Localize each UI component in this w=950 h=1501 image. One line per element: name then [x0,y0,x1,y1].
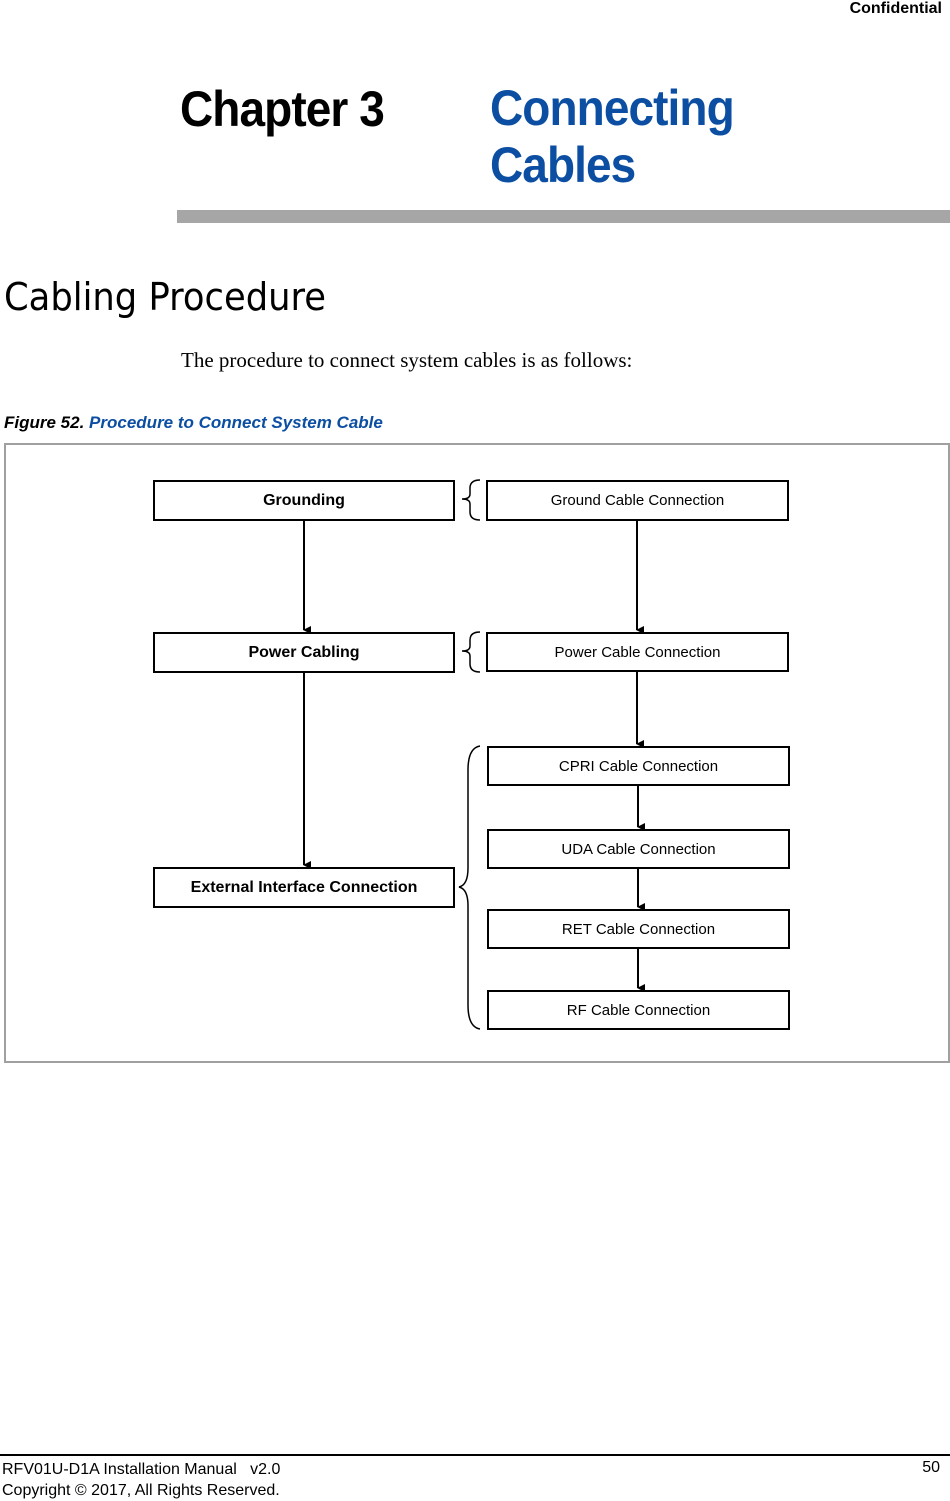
step-power-cable-connection: Power Cable Connection [486,632,789,672]
footer-doc-title: RFV01U-D1A Installation Manual v2.0 [2,1461,281,1478]
step-uda-cable-connection: UDA Cable Connection [487,829,790,869]
footer-copyright: Copyright © 2017, All Rights Reserved. [2,1482,280,1499]
step-cpri-cable-connection: CPRI Cable Connection [487,746,790,786]
page-number: 50 [922,1459,940,1476]
step-power-cabling: Power Cabling [153,632,455,673]
step-rf-cable-connection: RF Cable Connection [487,990,790,1030]
brace-grounding [461,479,481,521]
step-ret-cable-connection: RET Cable Connection [487,909,790,949]
step-ground-cable-connection: Ground Cable Connection [486,480,789,521]
footer-info: RFV01U-D1A Installation Manual v2.0 Copy… [2,1459,280,1501]
step-external-interface-connection: External Interface Connection [153,867,455,908]
step-grounding: Grounding [153,480,455,521]
footer-divider [0,1454,950,1456]
brace-power [461,631,481,673]
brace-external-interface [458,745,481,1030]
flowchart-connectors [303,479,645,1030]
